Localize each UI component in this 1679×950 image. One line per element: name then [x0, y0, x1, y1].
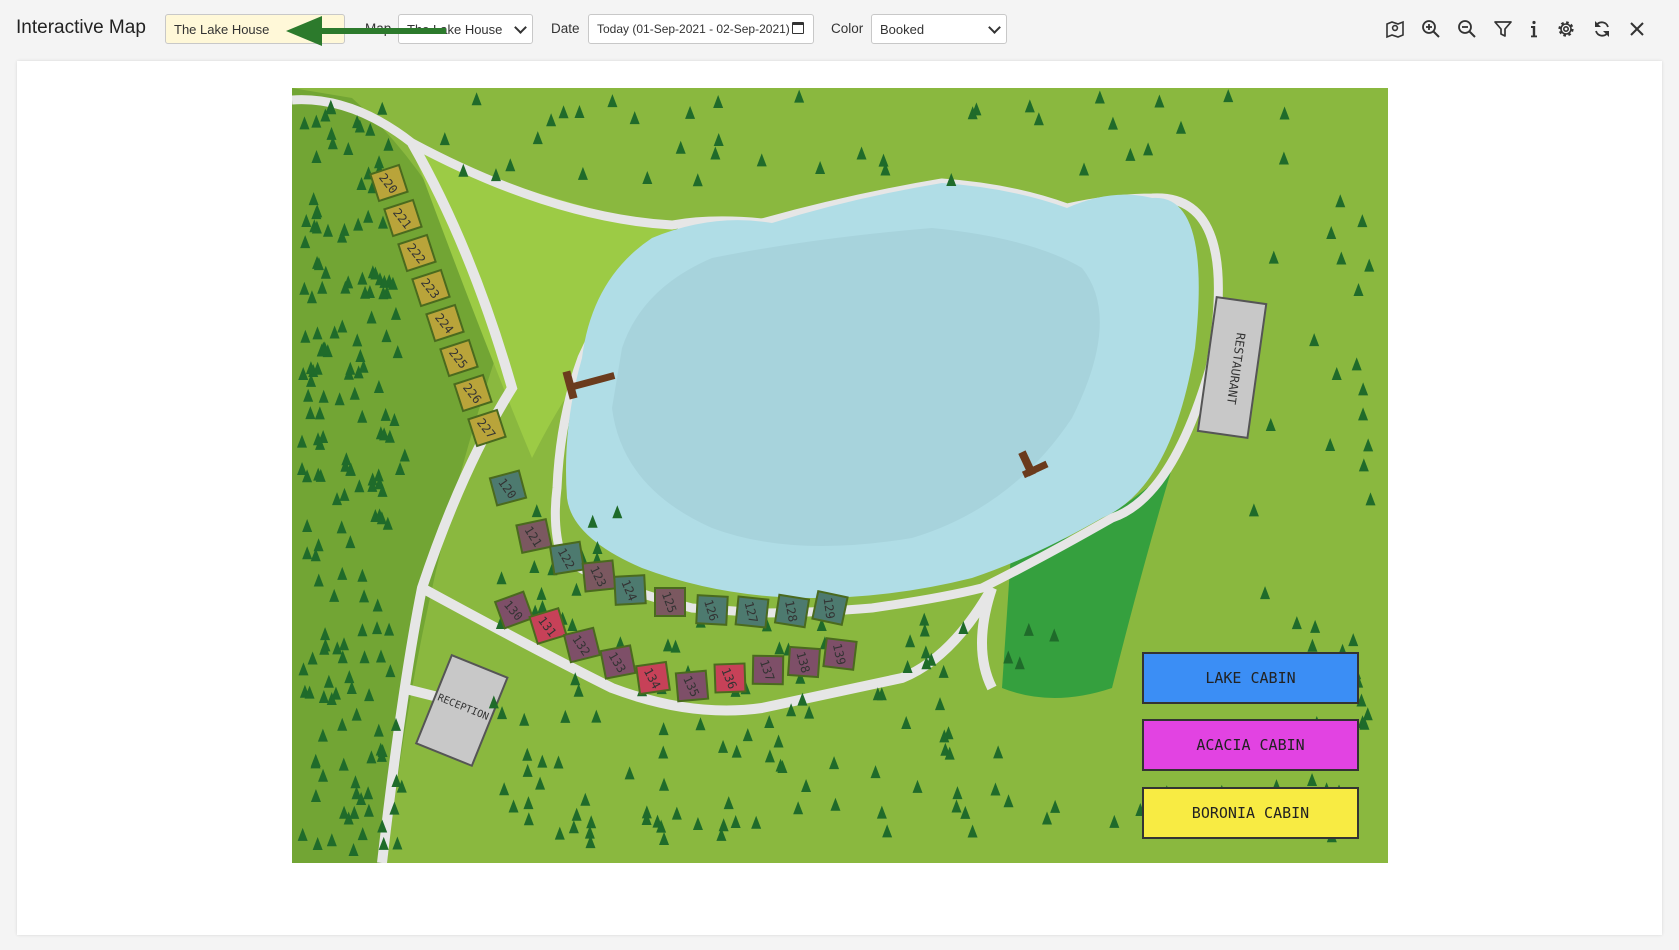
cabin-135[interactable]: 135 [674, 669, 710, 703]
cabin-139[interactable]: 139 [822, 637, 858, 671]
property-value: The Lake House [174, 21, 270, 37]
cabin-132[interactable]: 132 [562, 626, 602, 664]
cabin-number: 129 [821, 596, 838, 619]
cabin-134[interactable]: 134 [635, 660, 671, 696]
legend-acacia-cabin: ACACIA CABIN [1142, 719, 1359, 771]
close-icon[interactable] [1624, 16, 1650, 42]
chevron-down-icon [514, 21, 527, 34]
cabin-125[interactable]: 125 [654, 587, 686, 617]
cabin-138[interactable]: 138 [786, 645, 822, 679]
legend-lake-cabin: LAKE CABIN [1142, 652, 1359, 704]
cabin-123[interactable]: 123 [581, 559, 617, 593]
color-select[interactable]: Booked [871, 14, 1007, 44]
cabin-122[interactable]: 122 [548, 540, 586, 576]
page-title: Interactive Map [16, 17, 146, 38]
cabin-121[interactable]: 121 [515, 518, 553, 554]
date-label: Date [551, 21, 580, 36]
calendar-icon[interactable] [792, 22, 804, 34]
legend-label: BORONIA CABIN [1191, 804, 1310, 822]
top-toolbar: Interactive Map The Lake House Map The L… [0, 0, 1679, 58]
info-icon[interactable] [1521, 16, 1547, 42]
map-icon[interactable] [1382, 16, 1408, 42]
gear-icon[interactable] [1553, 16, 1579, 42]
zoom-in-icon[interactable] [1418, 16, 1444, 42]
cabin-133[interactable]: 133 [599, 644, 637, 680]
legend-label: ACACIA CABIN [1196, 736, 1305, 754]
cabin-124[interactable]: 124 [613, 574, 647, 606]
legend-label: LAKE CABIN [1205, 669, 1296, 687]
pointer-arrow [286, 16, 446, 46]
color-label: Color [831, 21, 864, 36]
cabin-136[interactable]: 136 [713, 662, 747, 694]
cabin-137[interactable]: 137 [751, 654, 785, 686]
cabin-126[interactable]: 126 [695, 594, 729, 626]
zoom-out-icon[interactable] [1454, 16, 1480, 42]
date-picker[interactable]: Today (01-Sep-2021 - 02-Sep-2021) [588, 14, 814, 44]
chevron-down-icon [988, 21, 1001, 34]
date-value: Today (01-Sep-2021 - 02-Sep-2021) [597, 22, 790, 36]
legend-boronia-cabin: BORONIA CABIN [1142, 787, 1359, 839]
cabin-129[interactable]: 129 [811, 590, 849, 626]
color-select-value: Booked [880, 21, 925, 37]
cabin-127[interactable]: 127 [734, 595, 770, 629]
cabin-128[interactable]: 128 [773, 593, 811, 629]
refresh-icon[interactable] [1589, 16, 1615, 42]
filter-icon[interactable] [1490, 16, 1516, 42]
